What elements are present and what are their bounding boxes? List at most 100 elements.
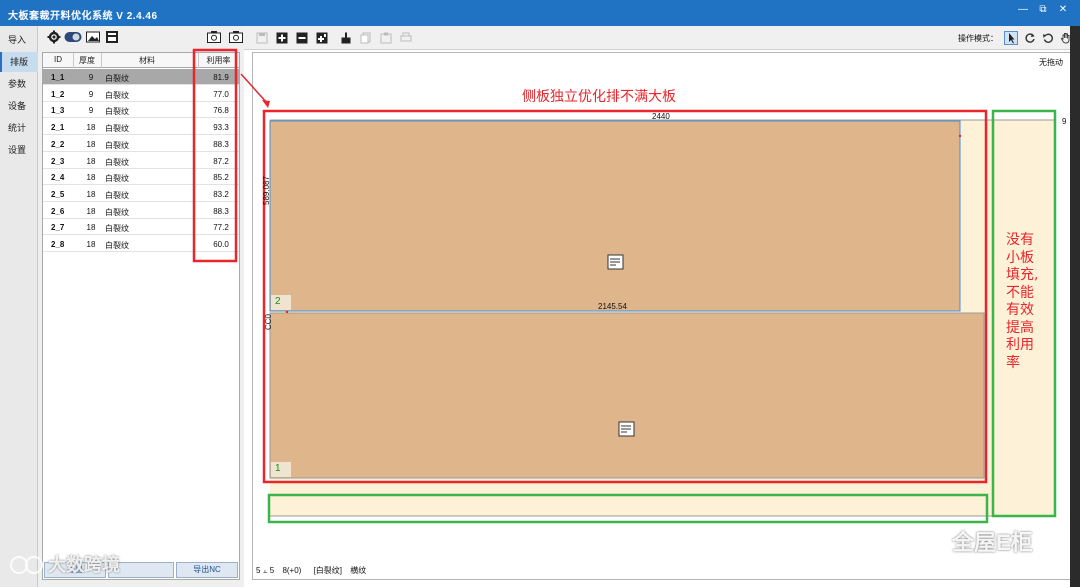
cell-rate: 81.9 [213,73,229,82]
app-title: 大板套裁开料优化系统 V 2.4.46 [8,11,158,22]
cell-thickness: 18 [86,206,96,216]
table-row[interactable]: 1_3 9 白裂纹 76.8 [43,102,239,119]
table-row[interactable]: 2_1 18 白裂纹 93.3 [43,119,239,136]
top-annotation: 侧板独立优化排不满大板 [522,89,676,105]
watermark-logo-icon [10,556,43,574]
table-row[interactable]: 2_5 18 白裂纹 83.2 [43,186,239,202]
add-sheet-icon[interactable] [316,32,328,44]
cell-id: 1_2 [51,89,65,99]
status-count-2: 8(+0) [282,566,302,575]
nav-settings[interactable]: 设置 [0,140,38,160]
nav-params[interactable]: 参数 [0,74,38,94]
cell-thickness: 18 [86,139,96,149]
watermark-left: 大数跨境 [10,551,120,577]
image-icon[interactable] [85,30,101,44]
report-icon[interactable] [104,30,120,44]
watermark-right: 全屋E柜 [904,525,1033,557]
print-icon[interactable] [400,32,412,44]
cell-thickness: 9 [88,106,94,116]
watermark-left-text: 大数跨境 [48,555,120,575]
cell-material: 白裂纹 [105,241,129,250]
piece-2-number: 2 [275,296,281,307]
header-id[interactable]: ID [43,55,73,64]
header-rate[interactable]: 利用率 [198,55,239,66]
cell-id: 1_3 [51,106,65,116]
nav-import[interactable]: 导入 [0,30,38,50]
cell-thickness: 18 [86,223,96,233]
cell-id: 2_7 [51,223,65,233]
nav-stats[interactable]: 统计 [0,118,38,138]
copy-icon[interactable] [360,32,372,44]
right-annotation-line: 有效 [1006,302,1034,318]
rotate-icon[interactable] [1024,32,1036,44]
cell-material: 白裂纹 [105,74,129,83]
nav-devices[interactable]: 设备 [0,96,38,116]
nav-layout[interactable]: 排版 [0,52,38,72]
camera-left-icon[interactable] [206,30,222,44]
cell-rate: 77.2 [213,223,229,233]
header-material[interactable]: 材料 [101,55,193,66]
table-row[interactable]: 1_2 9 白裂纹 77.0 [43,86,239,102]
brush-icon[interactable] [340,32,352,44]
table-row[interactable]: 2_4 18 白裂纹 85.2 [43,169,239,186]
table-row[interactable]: 2_8 18 白裂纹 60.0 [43,236,239,252]
cell-rate: 93.3 [213,123,229,133]
cell-material: 白裂纹 [105,224,129,234]
operation-mode-label: 操作模式： [958,34,998,43]
table-row[interactable]: 2_6 18 白裂纹 88.3 [43,203,239,219]
remove-icon[interactable] [296,32,308,44]
cell-thickness: 18 [86,123,96,133]
paste-icon[interactable] [380,32,392,44]
cell-material: 白裂纹 [105,124,129,134]
cell-rate: 87.2 [213,156,229,166]
camera-right-icon[interactable] [228,30,244,44]
gear-icon[interactable] [46,30,62,44]
table-row[interactable]: 2_3 18 白裂纹 87.2 [43,153,239,169]
piece-1-width-label: 2145.54 [598,302,627,311]
restore-button[interactable]: ⧉ [1033,3,1053,17]
cell-rate: 83.2 [213,189,229,199]
cell-id: 2_1 [51,123,65,133]
close-button[interactable]: ✕ [1053,3,1073,17]
cell-thickness: 18 [86,173,96,183]
cell-thickness: 18 [86,189,96,199]
cell-thickness: 9 [88,89,94,99]
cell-id: 2_3 [51,156,65,166]
cell-rate: 60.0 [213,240,229,249]
status-bar: 5 ⫠ 5 8(+0) [白裂纹] 横纹 [256,565,366,576]
add-icon[interactable] [276,32,288,44]
cell-thickness: 18 [86,156,96,166]
toggle-icon[interactable] [64,30,82,44]
layout-canvas[interactable]: 无拖动 [252,52,1072,580]
cell-rate: 88.3 [213,206,229,216]
wechat-icon [905,528,942,554]
table-row[interactable]: 2_2 18 白裂纹 88.3 [43,136,239,152]
pointer-mode-icon[interactable] [1004,31,1018,45]
cell-id: 2_4 [51,173,65,183]
table-row[interactable]: 1_1 9 白裂纹 81.9 [43,69,239,85]
table-row[interactable]: 2_7 18 白裂纹 77.2 [43,219,239,236]
piece-1-number: 1 [275,463,281,474]
export-nc-button[interactable]: 导出NC [176,562,238,578]
status-count-1: 5 ⫠ 5 [256,566,275,575]
cell-material: 白裂纹 [105,140,129,150]
cell-material: 白裂纹 [105,207,129,217]
undo-icon[interactable] [1042,32,1054,44]
watermark-right-text: 全屋E柜 [952,530,1033,555]
cell-id: 2_8 [51,240,65,249]
status-material: [白裂纹] [313,566,343,575]
cell-id: 1_1 [51,73,65,82]
cell-material: 白裂纹 [105,190,129,200]
cell-id: 2_6 [51,206,65,216]
right-scroll-strip [1070,26,1080,587]
header-thickness[interactable]: 厚度 [73,55,101,66]
cell-rate: 76.8 [213,106,229,116]
minimize-button[interactable]: — [1013,3,1033,17]
panel-toolbar [38,26,244,48]
main-toolbar: 操作模式： [244,26,1080,50]
cell-thickness: 9 [88,73,94,82]
save-icon[interactable] [256,32,268,44]
cell-material: 白裂纹 [105,90,129,100]
sheet-width-label: 2440 [652,112,670,121]
table-header: ID 厚度 材料 利用率 [43,53,239,68]
